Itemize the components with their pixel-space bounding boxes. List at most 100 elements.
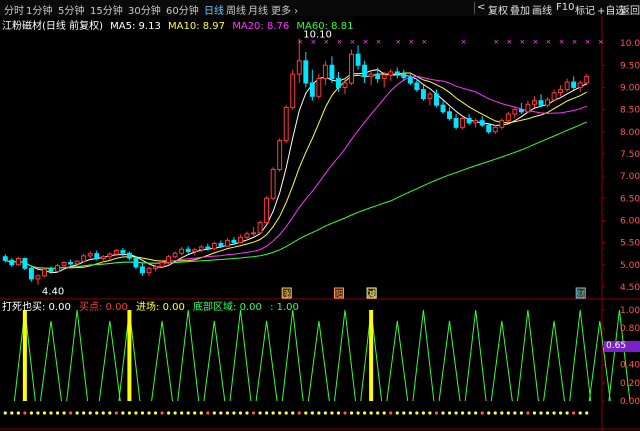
indicator-tick-label: 0.00 [620,397,640,407]
candle-down [420,89,426,99]
candle-down [375,73,381,80]
candle-up [166,256,172,264]
back-button[interactable]: 返回 [620,2,640,17]
candle-up [172,252,178,258]
signal-mark-label: 财 [577,289,585,299]
indicator-dot [173,411,177,415]
buy-point-value: 买点: 0.00 [79,302,128,313]
indicator-dot [317,411,321,415]
candle-down [2,256,8,261]
price-tick-label: 6.50 [620,194,640,204]
indicator-dot [363,411,367,415]
tab-30min[interactable]: 30分钟 [128,2,161,17]
tab-daily[interactable]: 日线 [204,2,224,17]
candle-up [427,93,433,99]
indicator-dot [532,411,537,415]
candle-up [211,242,217,250]
signal-star: × [336,38,342,46]
candle-up [251,232,256,235]
indicator-bar [22,310,27,401]
indicator-dot [376,411,380,415]
overlay-button[interactable]: 叠加 [510,2,530,17]
candle-down [205,246,211,250]
candle-up [61,262,67,267]
candle-down [28,267,34,280]
candle-up [388,71,394,76]
indicator-dot [36,411,40,415]
candle-up [381,74,387,80]
indicator-dot [225,411,229,415]
signal-mark-label: 涨 [283,289,291,299]
indicator-dot [180,411,184,415]
nav-prev-button[interactable]: < [477,2,485,13]
indicator-dot [258,411,262,415]
indicator-dot [82,411,86,415]
indicator-dot [42,411,47,415]
indicator-dot [29,411,33,415]
indicator-dot [271,411,275,415]
candle-down [309,82,315,97]
ma5-value: MA5: 9.13 [110,21,161,32]
ma-info-bar: 江粉磁材(日线 前复权) MA5: 9.13 MA10: 8.97 MA20: … [2,17,357,32]
indicator-dot [291,411,295,415]
tab-5min[interactable]: 5分钟 [58,2,84,17]
fuquan-button[interactable]: 复权 [488,2,508,17]
kline-chart[interactable]: 10.00 9.50 9.00 8.50 8.00 7.50 7.00 6.50 6.00 5.5… [0,16,640,431]
candle-up [270,168,276,199]
candle-up [238,236,243,244]
tab-more[interactable]: 更多 › [271,2,298,17]
candle-up [577,82,583,88]
f10-button[interactable]: F10 [556,2,574,13]
price-tick-label: 9.00 [620,83,640,93]
period-toolbar: 分时 1分钟 5分钟 15分钟 30分钟 60分钟 日线 周线 月线 更多 › … [0,0,640,17]
candle-up [296,60,302,75]
indicator-dot [193,411,197,415]
candle-up [277,140,283,170]
indicator-dot [114,411,118,415]
mark-button[interactable]: 标记 [575,2,595,17]
indicator-name: 打死也买 [2,302,42,313]
price-tick-label: 8.00 [620,128,640,138]
indicator-bar [369,310,374,401]
candle-up [35,275,41,280]
candle-down [571,81,577,88]
tab-1min[interactable]: 1分钟 [26,2,52,17]
candle-up [349,53,354,84]
signal-star: × [408,38,414,46]
stock-title: 江粉磁材(日线 前复权) [2,21,103,32]
indicator-dot [186,411,190,415]
signal-star: × [585,38,591,46]
tab-60min[interactable]: 60分钟 [166,2,199,17]
indicator-dot [421,411,425,415]
price-tick-label: 10.00 [620,39,640,49]
indicator-dot [428,411,432,415]
indicator-dot [441,411,445,415]
indicator-current-badge: 0.65 [604,341,640,352]
indicator-dot [69,411,73,415]
indicator-dot [467,411,471,415]
indicator-dot [565,411,569,415]
candle-up [290,73,296,108]
tab-fenshi[interactable]: 分时 [4,2,24,17]
tab-weekly[interactable]: 周线 [226,2,246,17]
indicator-dot [578,411,582,415]
tab-15min[interactable]: 15分钟 [90,2,123,17]
indicator-dot [559,411,563,415]
draw-line-button[interactable]: 画线 [532,2,552,17]
indicator-dot [95,411,99,415]
candle-up [525,103,531,113]
candle-up [512,109,518,115]
indicator-dot [356,411,360,415]
indicator-dot [487,411,491,415]
entry-value: 进场: 0.00 [136,302,185,313]
signal-star: × [421,38,427,46]
tab-monthly[interactable]: 月线 [248,2,268,17]
indicator-dot [219,411,223,415]
candle-down [407,77,413,84]
signal-star: × [506,38,512,46]
indicator-dot [572,411,576,415]
indicator-dot [513,411,517,415]
indicator-dot [382,411,386,415]
signal-mark-label: 减 [368,289,376,299]
candle-up [15,258,21,266]
